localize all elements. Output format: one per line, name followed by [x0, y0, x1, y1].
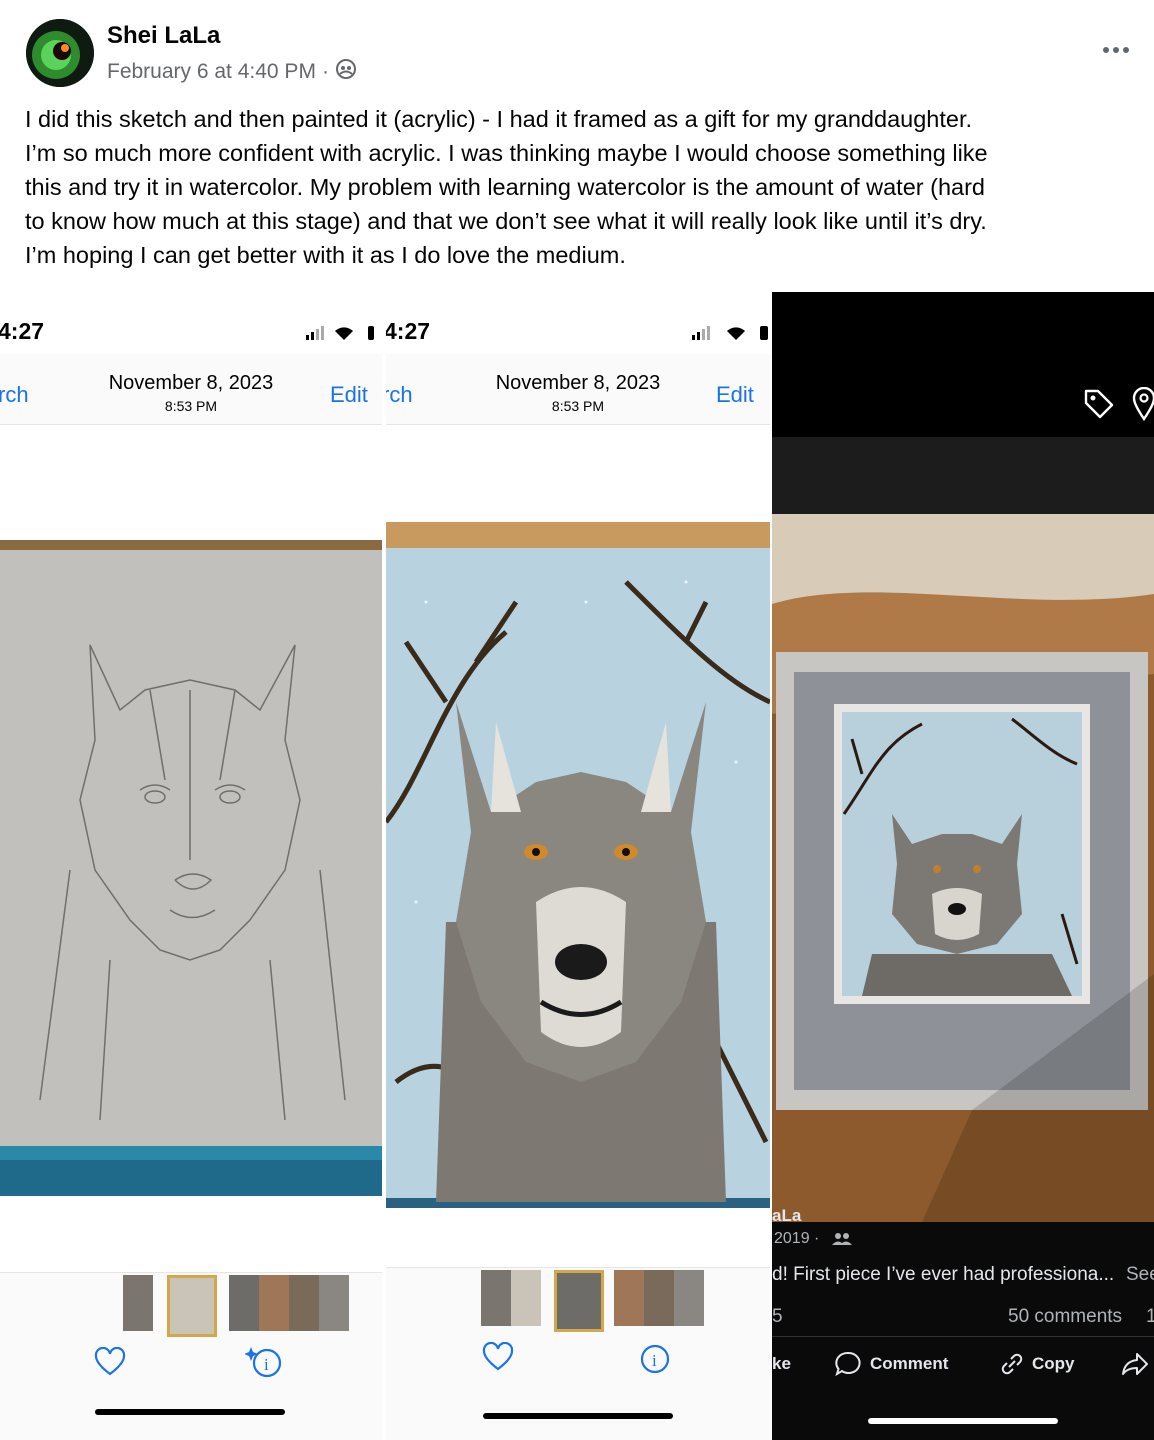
- preview-date: 2019 ·: [774, 1230, 820, 1247]
- home-indicator: [868, 1418, 1058, 1424]
- home-indicator: [483, 1413, 673, 1419]
- photo-nav-bar: rch November 8, 2023 8:53 PM Edit: [386, 354, 770, 425]
- comment-button[interactable]: Comment: [870, 1354, 948, 1374]
- photo-panel-framed[interactable]: aLa 2019 · d! First piece I’ve ever had …: [772, 292, 1154, 1440]
- signal-wifi-battery-icon: [692, 326, 768, 340]
- thumbnail-selected[interactable]: [554, 1270, 604, 1332]
- thumbnail[interactable]: [644, 1270, 674, 1326]
- caption-line: to know how much at this stage) and that…: [25, 208, 987, 234]
- comment-icon[interactable]: [834, 1350, 862, 1378]
- thumbnail-strip: i: [386, 1267, 770, 1440]
- caption-line: I’m so much more confident with acrylic.…: [25, 140, 988, 166]
- comment-count[interactable]: 50 comments: [1008, 1306, 1122, 1328]
- divider: [772, 1336, 1154, 1337]
- post-header: Shei LaLa February 6 at 4:40 PM ·: [0, 0, 1154, 95]
- edit-button[interactable]: Edit: [716, 382, 754, 408]
- avatar[interactable]: [26, 19, 94, 87]
- meta-separator: ·: [321, 60, 329, 83]
- svg-text:i: i: [264, 1355, 269, 1374]
- preview-text: d! First piece I’ve ever had professiona…: [772, 1264, 1115, 1285]
- like-button[interactable]: ke: [772, 1354, 791, 1374]
- location-pin-icon[interactable]: [1132, 387, 1154, 421]
- photo-date: November 8, 2023: [108, 372, 274, 394]
- photo-panel-sketch[interactable]: 4:27 rch November 8, 2023 8:53 PM Edit i: [0, 292, 382, 1440]
- share-icon[interactable]: [1120, 1350, 1150, 1378]
- caption-line: I’m hoping I can get better with it as I…: [25, 242, 626, 268]
- preview-author[interactable]: aLa: [772, 1206, 801, 1226]
- thumbnail[interactable]: [674, 1270, 704, 1326]
- info-sparkle-icon[interactable]: i: [245, 1345, 285, 1379]
- caption-line: I did this sketch and then painted it (a…: [25, 106, 973, 132]
- dot-icon: [1103, 47, 1109, 53]
- thumbnail[interactable]: [259, 1275, 289, 1331]
- dot-icon: [1113, 47, 1119, 53]
- thumbnail[interactable]: [481, 1270, 511, 1326]
- post-caption: I did this sketch and then painted it (a…: [25, 102, 1135, 272]
- dark-spacer: [772, 437, 1154, 515]
- post-timestamp[interactable]: February 6 at 4:40 PM: [107, 60, 316, 84]
- post-preview-footer: aLa 2019 · d! First piece I’ve ever had …: [772, 1206, 1154, 1440]
- thumbnail[interactable]: [319, 1275, 349, 1331]
- share-count[interactable]: 1: [1146, 1306, 1154, 1328]
- home-indicator: [95, 1409, 285, 1415]
- heart-icon[interactable]: [94, 1347, 126, 1377]
- thumbnail[interactable]: [229, 1275, 259, 1331]
- dot-icon: [1123, 47, 1129, 53]
- heart-icon[interactable]: [482, 1342, 514, 1372]
- info-icon[interactable]: i: [640, 1344, 670, 1374]
- copy-button[interactable]: Copy: [1032, 1354, 1075, 1374]
- caption-line: this and try it in watercolor. My proble…: [25, 174, 986, 200]
- thumbnail-strip: i: [0, 1272, 382, 1440]
- signal-wifi-battery-icon: [306, 326, 374, 340]
- wolf-sketch-photo: [0, 540, 382, 1196]
- photo-date: November 8, 2023: [495, 372, 661, 394]
- thumbnail[interactable]: [123, 1275, 153, 1331]
- photo-time: 8:53 PM: [551, 398, 605, 414]
- friends-audience-icon: [832, 1233, 852, 1245]
- post-meta: February 6 at 4:40 PM ·: [107, 58, 357, 86]
- more-options-button[interactable]: [1100, 44, 1132, 56]
- photo-nav-bar: rch November 8, 2023 8:53 PM Edit: [0, 354, 382, 425]
- author-name[interactable]: Shei LaLa: [107, 22, 220, 50]
- thumbnail-selected[interactable]: [167, 1275, 217, 1337]
- see-more-link[interactable]: See: [1126, 1264, 1154, 1286]
- svg-text:i: i: [652, 1351, 657, 1370]
- photo-panel-painting[interactable]: 4:27 rch November 8, 2023 8:53 PM Edit: [386, 292, 770, 1440]
- thumbnail[interactable]: [289, 1275, 319, 1331]
- link-icon[interactable]: [998, 1350, 1026, 1378]
- wolf-painting-photo: [386, 522, 770, 1208]
- edit-button[interactable]: Edit: [330, 382, 368, 408]
- photo-time: 8:53 PM: [164, 398, 218, 414]
- group-audience-icon: [335, 58, 357, 86]
- framed-wolf-photo: [772, 514, 1154, 1222]
- thumbnail[interactable]: [614, 1270, 644, 1326]
- tag-icon[interactable]: [1082, 387, 1116, 421]
- thumbnail[interactable]: [511, 1270, 541, 1326]
- status-time: 4:27: [386, 318, 431, 344]
- status-time: 4:27: [0, 318, 45, 344]
- reaction-count[interactable]: 5: [772, 1306, 783, 1328]
